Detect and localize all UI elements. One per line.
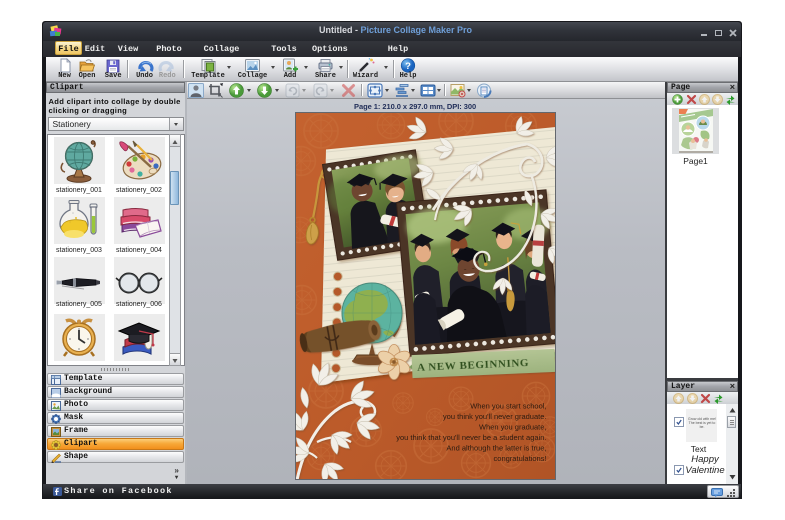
svg-text:When you start school,: When you start school, <box>470 401 546 410</box>
svg-text:you think that you'll never be: you think that you'll never be a student… <box>396 433 546 442</box>
svg-text:And although the latter is tru: And although the latter is true, <box>446 443 546 452</box>
svg-text:?: ? <box>405 61 411 72</box>
svg-text:When you graduate,: When you graduate, <box>478 422 546 431</box>
svg-text:congratulations!: congratulations! <box>493 454 546 463</box>
svg-text:you think you'll never graduat: you think you'll never graduate. <box>442 412 546 421</box>
